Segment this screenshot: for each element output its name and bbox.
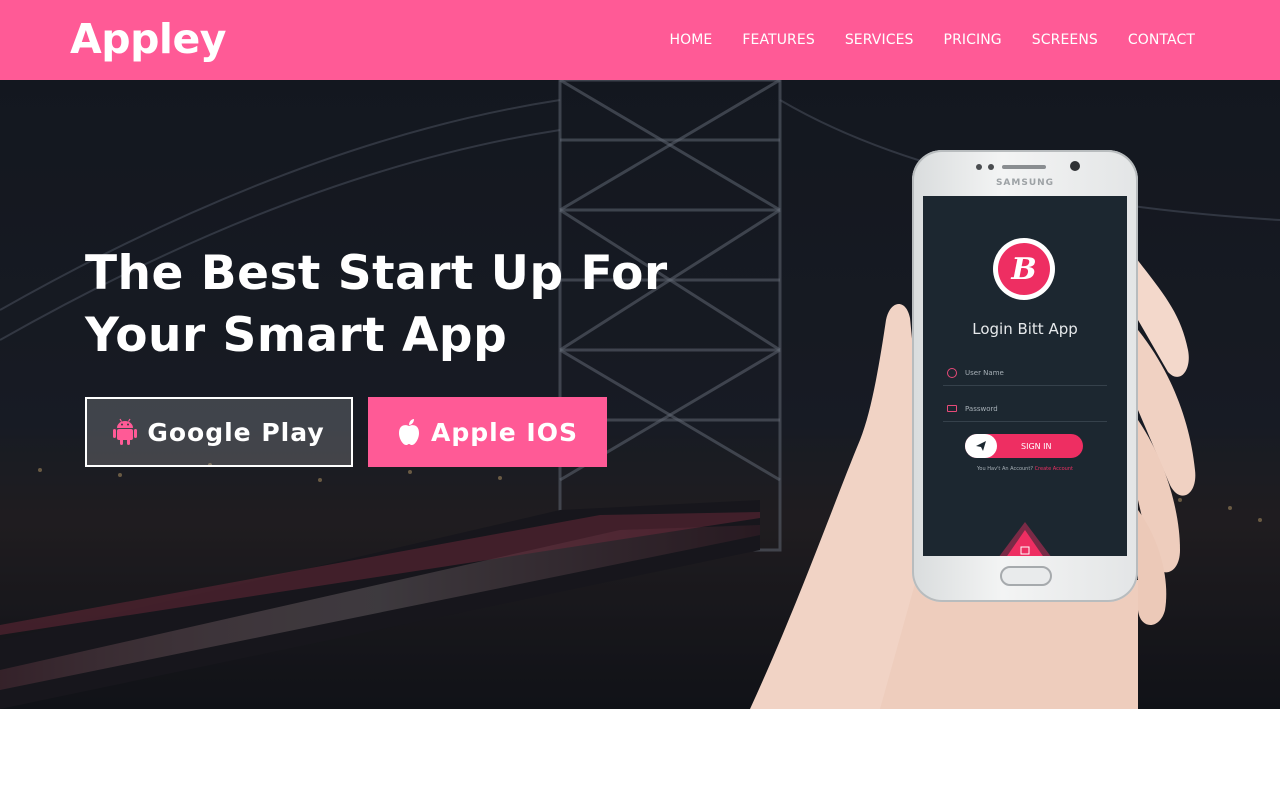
main-nav: HOME FEATURES SERVICES PRICING SCREENS C… — [669, 0, 1195, 80]
mail-icon — [947, 405, 957, 412]
phone-screen: B Login Bitt App User Name Password SIGN… — [923, 196, 1127, 556]
phone-speaker — [1002, 165, 1046, 169]
page-below-hero — [0, 709, 1280, 800]
nav-link-screens[interactable]: SCREENS — [1032, 32, 1098, 48]
username-placeholder: User Name — [965, 368, 1004, 377]
password-field: Password — [943, 396, 1107, 422]
phone-camera — [976, 164, 982, 170]
nav-link-contact[interactable]: CONTACT — [1128, 32, 1195, 48]
hero-section: The Best Start Up For Your Smart App Goo… — [0, 80, 1280, 709]
google-play-label: Google Play — [147, 417, 325, 447]
app-logo: B — [993, 238, 1055, 300]
create-account-text: You Hav't An Account? Create Account — [923, 466, 1127, 472]
sign-in-label: SIGN IN — [1021, 441, 1052, 451]
phone-mockup: SAMSUNG B Login Bitt App User Name Passw… — [912, 150, 1138, 602]
username-field: User Name — [943, 360, 1107, 386]
hero-title-line-2: Your Smart App — [85, 308, 508, 363]
phone-home-button — [1000, 566, 1052, 586]
create-account-link: Create Account — [1034, 466, 1073, 472]
hero-title: The Best Start Up For Your Smart App — [85, 243, 705, 367]
app-logo-letter: B — [998, 243, 1050, 295]
google-play-button[interactable]: Google Play — [85, 397, 353, 467]
sign-in-button: SIGN IN — [965, 434, 1083, 458]
app-title: Login Bitt App — [972, 320, 1078, 338]
apple-ios-label: Apple IOS — [431, 417, 578, 447]
nav-link-services[interactable]: SERVICES — [845, 32, 914, 48]
apple-ios-button[interactable]: Apple IOS — [368, 397, 607, 467]
nav-link-pricing[interactable]: PRICING — [944, 32, 1002, 48]
apple-icon — [397, 418, 421, 446]
nav-item-pricing: PRICING — [914, 32, 1002, 48]
nav-item-services: SERVICES — [815, 32, 914, 48]
brand-logo[interactable]: Appley — [70, 14, 227, 64]
login-triangle-icon — [999, 522, 1051, 556]
nav-item-features: FEATURES — [712, 32, 814, 48]
paper-plane-icon — [965, 434, 997, 458]
user-icon — [947, 367, 957, 378]
navbar: Appley HOME FEATURES SERVICES PRICING SC… — [0, 0, 1280, 80]
phone-front-camera — [1070, 161, 1080, 171]
nav-item-home: HOME — [669, 32, 712, 48]
nav-link-features[interactable]: FEATURES — [742, 32, 814, 48]
create-account-prompt: You Hav't An Account? — [977, 466, 1033, 472]
nav-item-screens: SCREENS — [1002, 32, 1098, 48]
password-placeholder: Password — [965, 404, 998, 413]
nav-item-contact: CONTACT — [1098, 32, 1195, 48]
phone-brand: SAMSUNG — [995, 178, 1055, 188]
hero-title-line-1: The Best Start Up For — [85, 246, 668, 301]
nav-link-home[interactable]: HOME — [669, 32, 712, 48]
android-icon — [113, 418, 138, 446]
phone-sensor — [988, 164, 994, 170]
